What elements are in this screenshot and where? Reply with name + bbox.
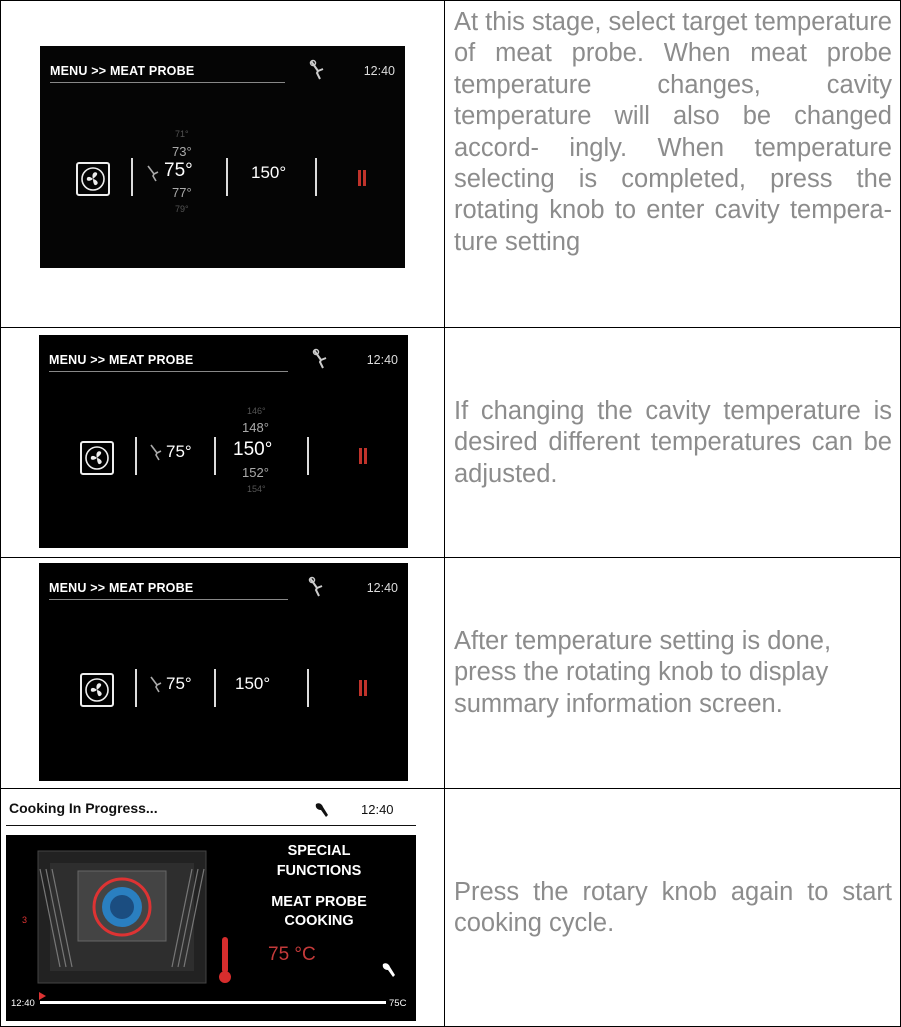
screen-header: MENU >> MEAT PROBE: [49, 581, 194, 595]
separator: [135, 669, 137, 707]
probe-selected-value: 75°: [166, 674, 192, 693]
cavity-selected-value: 150°: [233, 439, 273, 460]
meat-probe-icon: [307, 576, 327, 598]
probe-option: 73°: [172, 144, 192, 159]
row-3-description-text: After temperature setting is done, press…: [454, 626, 832, 718]
meat-probe-icon: [149, 443, 165, 461]
fan-icon: [76, 162, 110, 196]
function-line-2: FUNCTIONS: [276, 863, 362, 879]
status-time: 12:40: [361, 802, 394, 817]
meat-probe-icon: [149, 675, 165, 693]
status-underline: [6, 825, 416, 826]
separator: [307, 437, 309, 475]
meat-probe-icon: [308, 59, 328, 81]
screen-time: 12:40: [366, 353, 398, 367]
thermometer-icon: [218, 935, 232, 985]
oven-screen-cavity-select: MENU >> MEAT PROBE 12:40 75° 146° 148° 1…: [39, 335, 408, 548]
cavity-option: 152°: [242, 465, 269, 480]
row-2-description: If changing the cavity temperature is de…: [454, 330, 892, 556]
pause-icon-bar: [364, 448, 367, 464]
row-2-description-text: If changing the cavity temperature is de…: [454, 396, 892, 488]
separator: [315, 158, 317, 196]
pause-icon-bar: [363, 170, 366, 186]
oven-screen-probe-select: MENU >> MEAT PROBE 12:40 71° 73° 75° 77°…: [40, 46, 405, 268]
table-divider-row-1: [0, 327, 901, 328]
screen-header: MENU >> MEAT PROBE: [49, 353, 194, 367]
meat-probe-icon: [314, 801, 334, 823]
fan-icon: [80, 441, 114, 475]
row-4-description-text: Press the rotary knob again to start coo…: [454, 877, 892, 937]
separator: [135, 437, 137, 475]
oven-screen-cooking-in-progress: Cooking In Progress... 12:40 3 SPECIAL F…: [6, 793, 416, 1021]
screen-time: 12:40: [363, 64, 395, 78]
separator: [307, 669, 309, 707]
cavity-selected-value: 150°: [235, 674, 271, 693]
header-underline: [50, 82, 285, 83]
probe-option: 79°: [175, 204, 189, 214]
progress-end-label: 75C: [389, 998, 407, 1009]
function-line-3: MEAT PROBE: [271, 894, 367, 910]
header-underline: [49, 371, 288, 372]
row-1-description: At this stage, select target temperature…: [454, 8, 892, 256]
function-line-4: COOKING: [284, 913, 354, 929]
pause-icon-bar: [364, 680, 367, 696]
oven-illustration: 3: [20, 849, 224, 985]
separator: [131, 158, 133, 196]
meat-probe-icon: [311, 348, 331, 370]
probe-reading: 75 °C: [268, 944, 316, 965]
table-border-top: [0, 0, 901, 1]
screen-time: 12:40: [366, 581, 398, 595]
probe-selected-value: 75°: [166, 442, 192, 461]
pause-icon-bar: [358, 170, 361, 186]
oven-screen-summary-ready: MENU >> MEAT PROBE 12:40 75° 150°: [39, 563, 408, 781]
pause-icon-bar: [359, 680, 362, 696]
cavity-selected-value: 150°: [251, 163, 287, 182]
separator: [214, 437, 216, 475]
table-divider-column: [444, 0, 445, 1027]
progress-start-label: 12:40: [11, 998, 35, 1009]
cavity-option: 154°: [247, 484, 266, 494]
svg-text:3: 3: [22, 915, 27, 925]
cavity-option: 148°: [242, 420, 269, 435]
table-divider-row-3: [0, 788, 901, 789]
separator: [226, 158, 228, 196]
meat-probe-icon: [381, 961, 401, 983]
row-4-description: Press the rotary knob again to start coo…: [454, 791, 892, 1025]
function-line-1: SPECIAL: [287, 843, 351, 859]
progress-bar-track: [40, 1001, 386, 1004]
probe-option: 71°: [175, 129, 189, 139]
pause-icon-bar: [359, 448, 362, 464]
instruction-table: MENU >> MEAT PROBE 12:40 71° 73° 75° 77°…: [0, 0, 901, 1027]
meat-probe-icon: [146, 164, 162, 182]
header-underline: [49, 599, 288, 600]
probe-option: 77°: [172, 185, 192, 200]
probe-selected-value: 75°: [164, 160, 193, 181]
cavity-option: 146°: [247, 406, 266, 416]
status-title: Cooking In Progress...: [9, 800, 158, 816]
fan-icon: [80, 673, 114, 707]
row-3-description: After temperature setting is done, press…: [454, 560, 892, 786]
table-divider-row-2: [0, 557, 901, 558]
progress-start-marker: [39, 992, 46, 1000]
separator: [214, 669, 216, 707]
screen-header: MENU >> MEAT PROBE: [50, 64, 195, 78]
table-border-left: [0, 0, 1, 1027]
